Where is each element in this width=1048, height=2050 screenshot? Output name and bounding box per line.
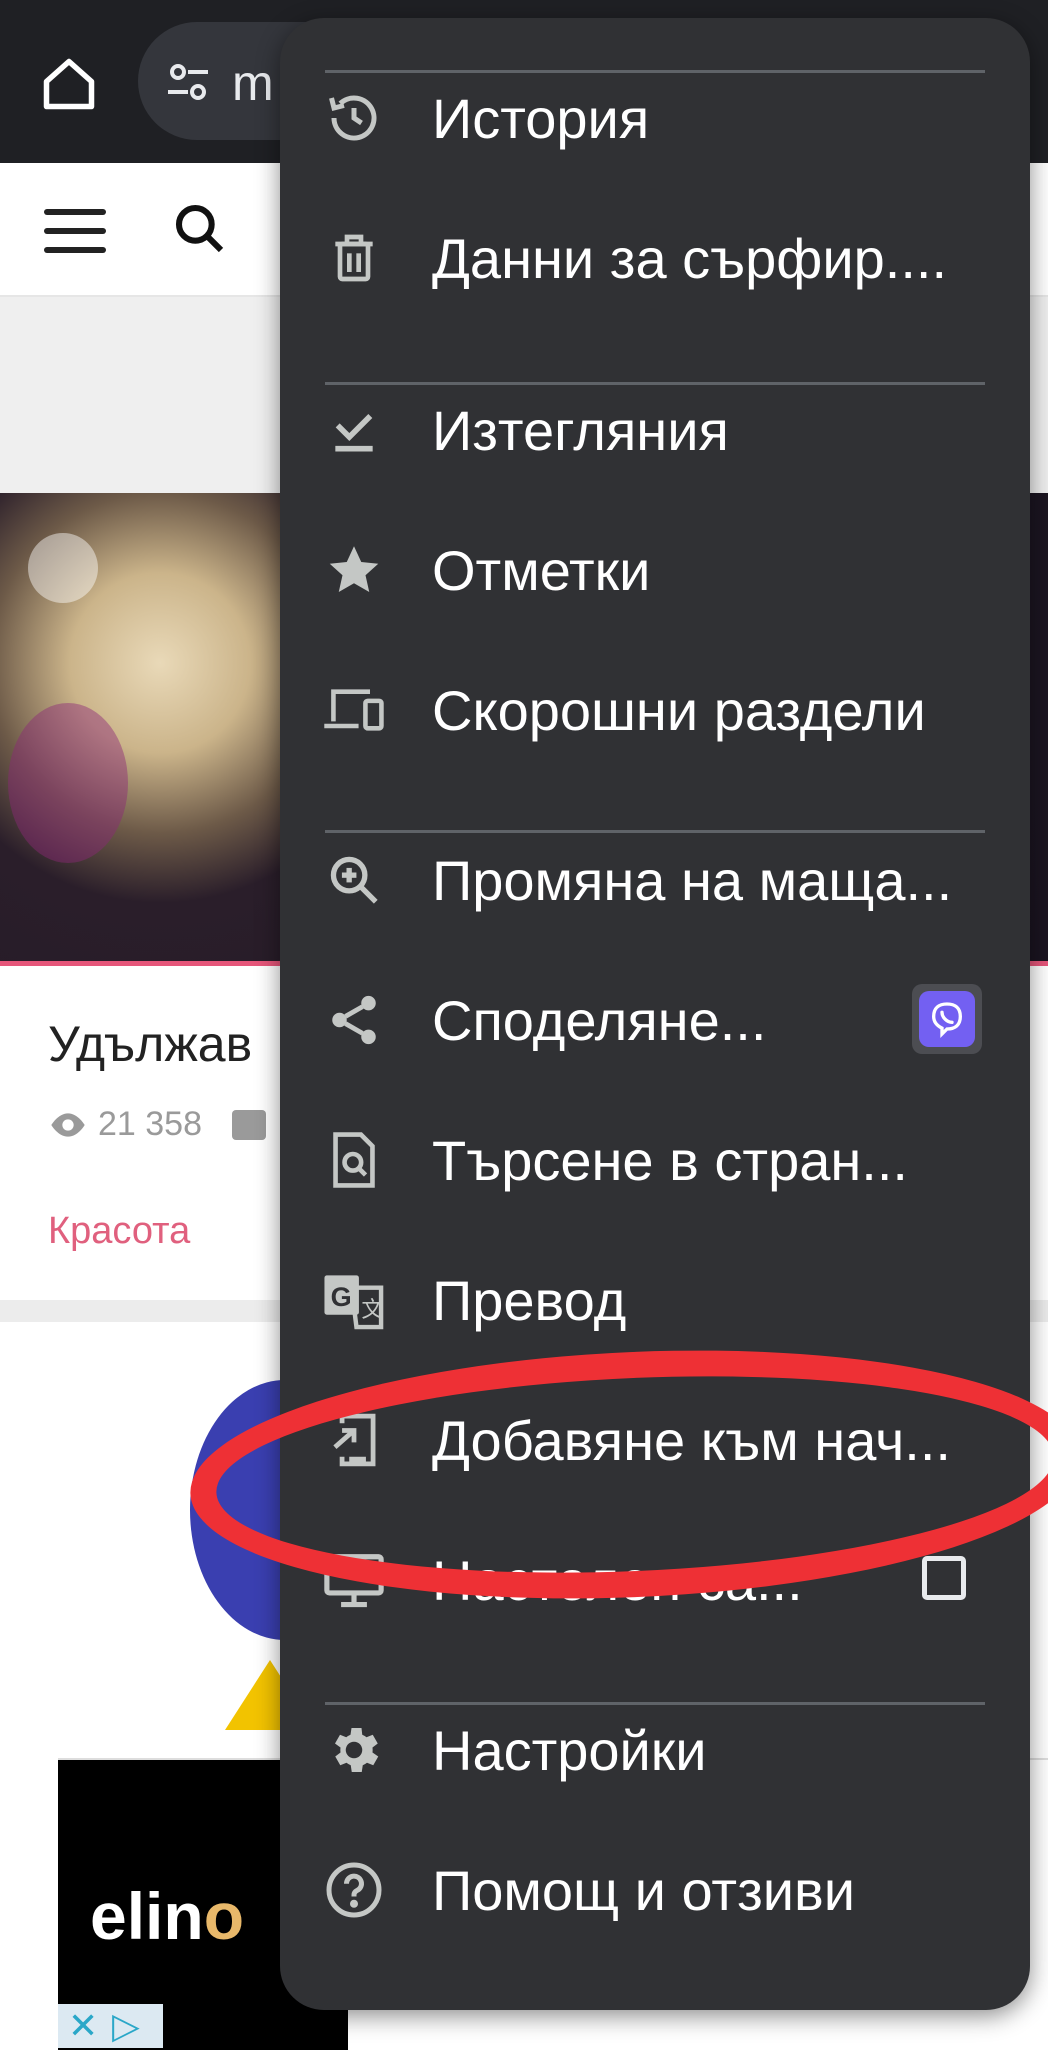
category-link[interactable]: Красота xyxy=(48,1210,190,1253)
menu-item-settings[interactable]: Настройки xyxy=(280,1690,1030,1810)
desktop-icon xyxy=(322,1548,386,1612)
menu-item-label: Превод xyxy=(432,1269,627,1332)
site-settings-icon[interactable] xyxy=(164,58,212,106)
menu-item-label: Скорошни раздели xyxy=(432,679,926,742)
menu-item-label: Настройки xyxy=(432,1719,707,1782)
menu-item-label: Данни за сърфир.... xyxy=(432,227,948,290)
devices-icon xyxy=(322,678,386,742)
ad-choices[interactable]: ✕ ▷ xyxy=(58,2004,163,2048)
menu-item-label: Споделяне... xyxy=(432,989,767,1052)
menu-item-label: Настолен са... xyxy=(432,1549,803,1612)
menu-item-share[interactable]: Споделяне... xyxy=(280,960,1030,1080)
menu-item-label: Търсене в стран... xyxy=(432,1129,908,1192)
home-button[interactable] xyxy=(30,45,108,123)
viber-share-button[interactable] xyxy=(912,984,982,1054)
help-icon xyxy=(322,1858,386,1922)
image-bokeh xyxy=(8,703,128,863)
svg-text:文: 文 xyxy=(361,1297,383,1322)
eye-icon xyxy=(51,1112,85,1137)
menu-item-label: Помощ и отзиви xyxy=(432,1859,856,1922)
menu-item-clear-browsing-data[interactable]: Данни за сърфир.... xyxy=(280,198,1030,318)
ad-logo: elino xyxy=(90,1879,245,1953)
menu-item-downloads[interactable]: Изтегляния xyxy=(280,370,1030,490)
menu-item-help-feedback[interactable]: Помощ и отзиви xyxy=(280,1830,1030,1950)
translate-icon: G文 xyxy=(322,1268,386,1332)
menu-item-bookmarks[interactable]: Отметки xyxy=(280,510,1030,630)
overflow-menu: История Данни за сърфир.... Изтегляния О… xyxy=(280,18,1030,2010)
close-ad-icon[interactable]: ✕ xyxy=(68,2005,98,2047)
menu-item-recent-tabs[interactable]: Скорошни раздели xyxy=(280,650,1030,770)
menu-item-add-to-home-screen[interactable]: Добавяне към нач... xyxy=(280,1380,1030,1500)
menu-item-history[interactable]: История xyxy=(280,58,1030,178)
menu-item-find-in-page[interactable]: Търсене в стран... xyxy=(280,1100,1030,1220)
history-icon xyxy=(322,86,386,150)
view-count-value: 21 358 xyxy=(98,1105,202,1143)
delete-icon xyxy=(322,226,386,290)
menu-item-desktop-site[interactable]: Настолен са... xyxy=(280,1520,1030,1640)
image-bokeh xyxy=(28,533,98,603)
svg-text:G: G xyxy=(331,1281,352,1312)
viber-icon xyxy=(919,991,975,1047)
add-to-home-screen-icon xyxy=(322,1408,386,1472)
settings-icon xyxy=(322,1718,386,1782)
adchoices-icon[interactable]: ▷ xyxy=(112,2005,140,2047)
hamburger-menu-icon[interactable] xyxy=(44,209,106,253)
zoom-in-icon xyxy=(322,848,386,912)
home-icon xyxy=(43,58,95,110)
view-count: 21 358 xyxy=(48,1105,202,1144)
article-title[interactable]: Удължав xyxy=(48,1015,252,1073)
star-icon xyxy=(322,538,386,602)
search-icon[interactable] xyxy=(172,201,228,257)
menu-item-label: Промяна на маща... xyxy=(432,849,953,912)
menu-item-label: Изтегляния xyxy=(432,399,729,462)
share-icon xyxy=(322,988,386,1052)
download-done-icon xyxy=(322,398,386,462)
menu-item-label: Отметки xyxy=(432,539,651,602)
menu-item-label: Добавяне към нач... xyxy=(432,1409,951,1472)
desktop-site-checkbox[interactable] xyxy=(922,1556,966,1600)
menu-item-label: История xyxy=(432,87,650,150)
find-in-page-icon xyxy=(322,1128,386,1192)
comment-icon xyxy=(232,1110,266,1140)
menu-item-translate[interactable]: G文 Превод xyxy=(280,1240,1030,1360)
menu-item-zoom[interactable]: Промяна на маща... xyxy=(280,820,1030,940)
url-text: m xyxy=(232,55,274,111)
